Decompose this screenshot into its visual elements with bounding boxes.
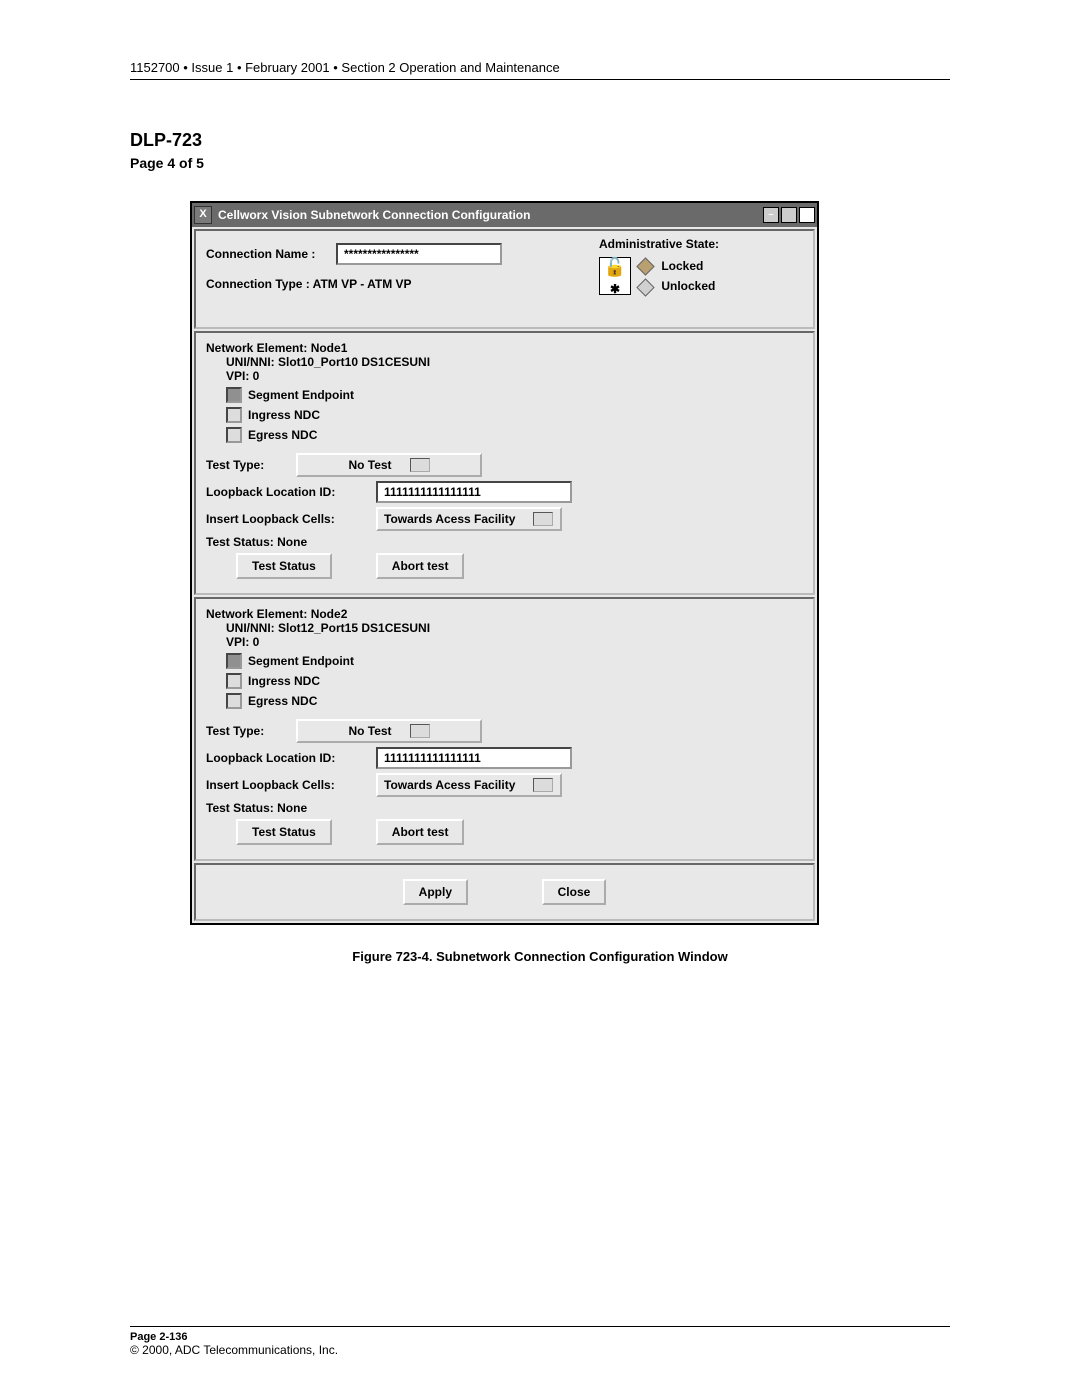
node1-seg-check[interactable]	[226, 387, 242, 403]
node2-egress-check[interactable]	[226, 693, 242, 709]
doc-header: 1152700 • Issue 1 • February 2001 • Sect…	[130, 60, 950, 80]
node1-insert-label: Insert Loopback Cells:	[206, 512, 376, 526]
dropdown-handle-icon	[410, 458, 430, 472]
sysmenu-icon[interactable]: X	[194, 206, 212, 224]
node1-uni: UNI/NNI: Slot10_Port10 DS1CESUNI	[226, 355, 803, 369]
node1-vpi: VPI: 0	[226, 369, 803, 383]
node2-vpi: VPI: 0	[226, 635, 803, 649]
node2-insert-dropdown[interactable]: Towards Acess Facility	[376, 773, 562, 797]
figure-caption: Figure 723-4. Subnetwork Connection Conf…	[130, 949, 950, 964]
node2-ingress-check[interactable]	[226, 673, 242, 689]
conn-name-field[interactable]: ****************	[336, 243, 502, 265]
node1-seg-label: Segment Endpoint	[248, 388, 354, 402]
node2-teststatus-text: Test Status: None	[206, 801, 307, 815]
node1-teststatus-button[interactable]: Test Status	[236, 553, 332, 579]
node1-ingress-label: Ingress NDC	[248, 408, 320, 422]
minimize-button[interactable]: –	[763, 207, 779, 223]
conn-name-label: Connection Name :	[206, 247, 336, 261]
conn-type-label: Connection Type : ATM VP - ATM VP	[206, 277, 412, 291]
footer-page: Page 2-136	[130, 1331, 950, 1343]
footer-copyright: © 2000, ADC Telecommunications, Inc.	[130, 1343, 950, 1357]
connection-panel: Connection Name : **************** Conne…	[194, 229, 815, 329]
node1-insert-dropdown[interactable]: Towards Acess Facility	[376, 507, 562, 531]
node1-panel: Network Element: Node1 UNI/NNI: Slot10_P…	[194, 331, 815, 595]
node1-teststatus-text: Test Status: None	[206, 535, 307, 549]
node1-testtype-label: Test Type:	[206, 458, 296, 472]
dropdown-handle-icon	[410, 724, 430, 738]
node2-ne: Network Element: Node2	[206, 607, 803, 621]
node1-egress-check[interactable]	[226, 427, 242, 443]
dlp-code: DLP-723	[130, 130, 950, 151]
node2-insert-value: Towards Acess Facility	[384, 778, 515, 792]
node1-ingress-check[interactable]	[226, 407, 242, 423]
node1-testtype-dropdown[interactable]: No Test	[296, 453, 482, 477]
admin-state-label: Administrative State:	[599, 237, 799, 251]
close-window-button[interactable]: X	[799, 207, 815, 223]
locked-label: Locked	[661, 259, 703, 273]
node1-loopback-label: Loopback Location ID:	[206, 485, 376, 499]
node2-insert-label: Insert Loopback Cells:	[206, 778, 376, 792]
node2-egress-label: Egress NDC	[248, 694, 317, 708]
node2-seg-check[interactable]	[226, 653, 242, 669]
node2-ingress-label: Ingress NDC	[248, 674, 320, 688]
node1-insert-value: Towards Acess Facility	[384, 512, 515, 526]
node1-loopback-field[interactable]: 1111111111111111	[376, 481, 572, 503]
lock-icon: 🔓✱	[599, 257, 631, 295]
node2-abort-button[interactable]: Abort test	[376, 819, 465, 845]
node1-egress-label: Egress NDC	[248, 428, 317, 442]
node1-ne: Network Element: Node1	[206, 341, 803, 355]
action-bar: Apply Close	[194, 863, 815, 921]
node2-seg-label: Segment Endpoint	[248, 654, 354, 668]
node2-panel: Network Element: Node2 UNI/NNI: Slot12_P…	[194, 597, 815, 861]
page-footer: Page 2-136 © 2000, ADC Telecommunication…	[130, 1326, 950, 1357]
config-window: X Cellworx Vision Subnetwork Connection …	[190, 201, 819, 925]
dropdown-handle-icon	[533, 512, 553, 526]
node2-testtype-value: No Test	[348, 724, 391, 738]
node2-uni: UNI/NNI: Slot12_Port15 DS1CESUNI	[226, 621, 803, 635]
locked-radio[interactable]	[636, 258, 654, 276]
maximize-button[interactable]	[781, 207, 797, 223]
node2-testtype-dropdown[interactable]: No Test	[296, 719, 482, 743]
node2-loopback-label: Loopback Location ID:	[206, 751, 376, 765]
page-of: Page 4 of 5	[130, 155, 950, 171]
node2-testtype-label: Test Type:	[206, 724, 296, 738]
unlocked-radio[interactable]	[636, 278, 654, 296]
apply-button[interactable]: Apply	[403, 879, 468, 905]
titlebar[interactable]: X Cellworx Vision Subnetwork Connection …	[192, 203, 817, 227]
node1-testtype-value: No Test	[348, 458, 391, 472]
dropdown-handle-icon	[533, 778, 553, 792]
node1-abort-button[interactable]: Abort test	[376, 553, 465, 579]
node2-loopback-field[interactable]: 1111111111111111	[376, 747, 572, 769]
close-button[interactable]: Close	[542, 879, 607, 905]
window-title: Cellworx Vision Subnetwork Connection Co…	[218, 208, 530, 222]
node2-teststatus-button[interactable]: Test Status	[236, 819, 332, 845]
unlocked-label: Unlocked	[661, 279, 715, 293]
